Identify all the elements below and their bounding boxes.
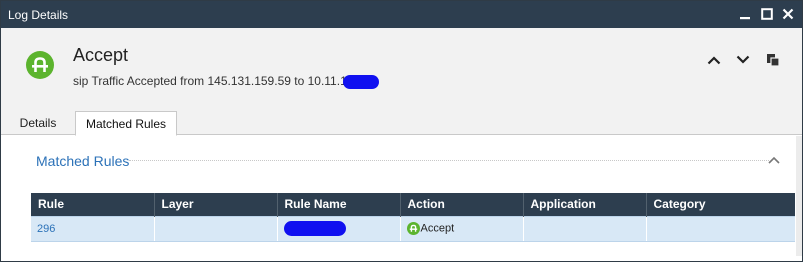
cell-rule[interactable]: 296 — [31, 215, 155, 242]
tab-bar: Details Matched Rules — [1, 105, 802, 136]
log-header: Accept sip Traffic Accepted from 145.131… — [1, 28, 802, 105]
copy-icon — [767, 54, 780, 67]
column-header-action[interactable]: Action — [400, 193, 524, 216]
table-row[interactable]: 296 Accept — [31, 215, 795, 242]
cell-layer — [154, 215, 278, 242]
log-title: Accept — [73, 45, 129, 65]
accept-status-icon — [26, 51, 54, 79]
copy-button[interactable] — [763, 50, 783, 70]
close-icon — [782, 8, 794, 20]
chevron-down-icon — [736, 55, 750, 64]
maximize-icon — [761, 8, 773, 20]
cell-category — [646, 215, 795, 242]
log-details-window: Log Details Accept sip Traffic Accepted … — [0, 0, 803, 262]
rule-link[interactable]: 296 — [37, 223, 55, 235]
log-description-text: sip Traffic Accepted from 145.131.159.59… — [73, 74, 347, 88]
window-title: Log Details — [8, 8, 69, 22]
column-header-rule[interactable]: Rule — [31, 193, 155, 216]
redacted-rule-name — [283, 221, 346, 236]
close-button[interactable] — [779, 5, 797, 23]
next-log-button[interactable] — [733, 50, 753, 70]
section-header[interactable]: Matched Rules — [17, 136, 802, 182]
chevron-up-icon — [707, 56, 721, 65]
column-header-category[interactable]: Category — [646, 193, 795, 216]
section-divider — [129, 160, 769, 161]
action-label: Accept — [420, 222, 455, 235]
tab-details[interactable]: Details — [9, 111, 67, 136]
minimize-icon — [740, 17, 750, 20]
column-header-layer[interactable]: Layer — [154, 193, 278, 216]
maximize-button[interactable] — [758, 5, 776, 23]
minimize-button[interactable] — [736, 5, 754, 23]
column-header-application[interactable]: Application — [523, 193, 647, 216]
section-title: Matched Rules — [36, 153, 130, 169]
redacted-ip — [342, 74, 379, 89]
table-header-row: Rule Layer Rule Name Action Application … — [31, 193, 795, 216]
accept-icon — [406, 222, 420, 235]
scrollbar[interactable] — [796, 136, 802, 256]
tab-matched-rules[interactable]: Matched Rules — [75, 111, 177, 136]
column-header-rule-name[interactable]: Rule Name — [277, 193, 401, 216]
collapse-icon[interactable] — [767, 154, 781, 166]
matched-rules-table: Rule Layer Rule Name Action Application … — [31, 193, 795, 242]
cell-application — [523, 215, 647, 242]
matched-rules-panel: Matched Rules Rule Layer Rule Name Actio… — [17, 136, 802, 256]
cell-rule-name — [277, 215, 401, 242]
previous-log-button[interactable] — [704, 50, 724, 70]
cell-action: Accept — [400, 215, 524, 242]
log-description: sip Traffic Accepted from 145.131.159.59… — [73, 74, 379, 89]
title-bar[interactable]: Log Details — [1, 1, 802, 28]
